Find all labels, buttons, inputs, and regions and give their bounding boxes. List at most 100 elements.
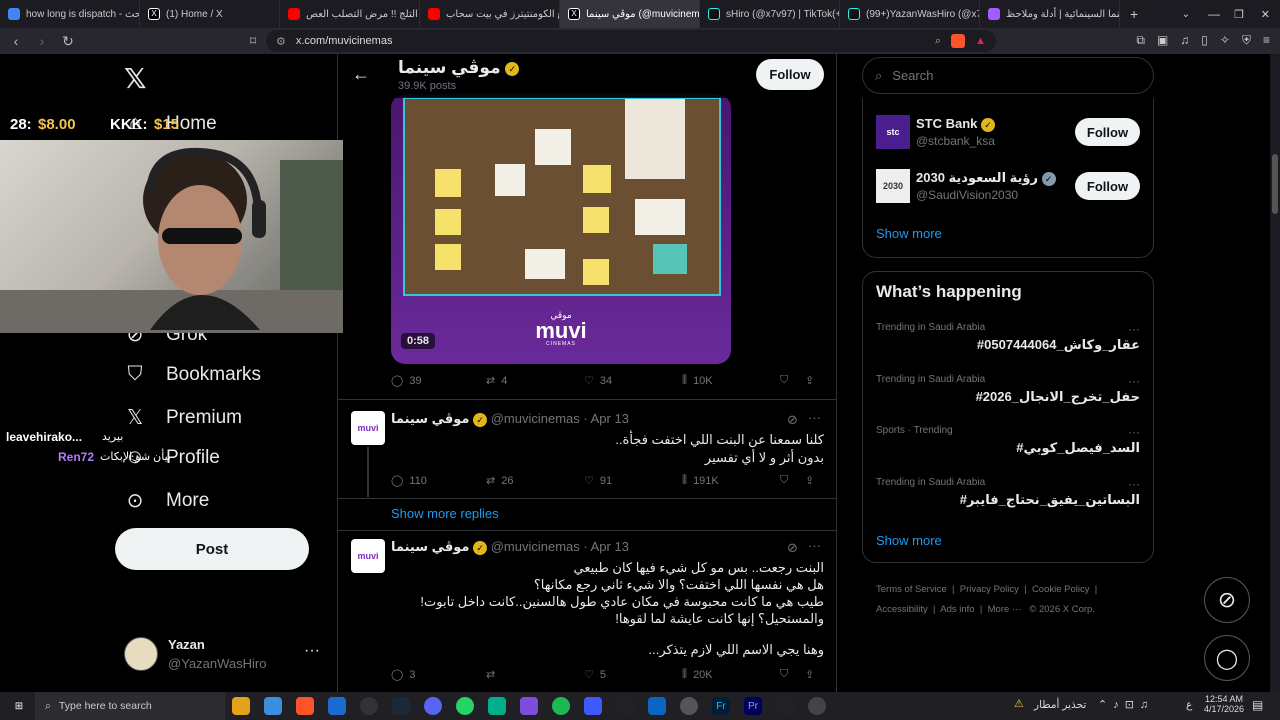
tweet-more-icon[interactable]: ··· — [808, 538, 821, 553]
ai-icon[interactable]: ✧ — [1220, 33, 1230, 48]
like-button[interactable]: ♡ 91 — [584, 474, 682, 488]
taskbar-search-input[interactable]: ⌕ Type here to search — [35, 692, 225, 720]
tweet-media-video[interactable]: 0:58 موڤي muvi CINEMAS — [391, 94, 731, 364]
grok-icon[interactable]: ⊘ — [787, 540, 798, 556]
fresco-icon[interactable]: Fr — [712, 697, 730, 715]
bookmark-button[interactable]: ⛉ — [780, 668, 805, 681]
whatsapp-icon[interactable] — [456, 697, 474, 715]
browser-tab[interactable]: السينما السينمائية | أدلة وملاحظ — [980, 0, 1120, 28]
footer-link[interactable]: Privacy Policy — [960, 584, 1019, 595]
follow-button[interactable]: Follow — [1075, 118, 1140, 146]
url-field[interactable]: ⚙ x.com/muvicinemas ⌕ ▲ — [266, 30, 996, 52]
avatar[interactable]: 2030 — [876, 169, 910, 203]
app-icon[interactable] — [680, 697, 698, 715]
repost-button[interactable]: ⇄ 4 — [486, 374, 584, 388]
browser-tab[interactable]: sHiro (@x7v97) | TikTok(+99) — [700, 0, 840, 28]
site-info-icon[interactable]: ⚙ — [276, 35, 286, 48]
trend-more-icon[interactable]: ··· — [1128, 425, 1140, 439]
minimize-icon[interactable]: — — [1208, 7, 1220, 21]
forward-icon[interactable]: › — [34, 33, 50, 49]
menu-icon[interactable]: ≡ — [1263, 33, 1270, 48]
reply-button[interactable]: ◯ 39 — [391, 374, 486, 388]
account-menu-icon[interactable]: ··· — [304, 642, 320, 660]
footer-link[interactable]: Accessibility — [876, 604, 928, 615]
trend-more-icon[interactable]: ··· — [1128, 374, 1140, 388]
brave-shields-icon[interactable] — [951, 34, 966, 48]
browser-tab[interactable]: X (1) Home / X — [140, 0, 280, 28]
share-button[interactable]: ⇪ — [805, 668, 814, 681]
discord-icon[interactable] — [424, 697, 442, 715]
show-more-link[interactable]: Show more — [876, 226, 942, 241]
footer-link[interactable]: Terms of Service — [876, 584, 947, 595]
show-more-link[interactable]: Show more — [876, 533, 942, 548]
weather-icon[interactable]: ⚠ — [1014, 697, 1024, 710]
trend-item[interactable]: Sports · Trending #السد_فيصل_كوبي ··· — [876, 425, 1140, 456]
footer-link[interactable]: Ads info — [940, 604, 974, 615]
grok-icon[interactable]: ⊘ — [787, 412, 798, 428]
browser-tab[interactable]: تجمع الكومنتيترز في بيت سحاب — [420, 0, 560, 28]
like-button[interactable]: ♡ 5 — [584, 668, 682, 682]
weather-text[interactable]: تحذير أمطار — [1034, 699, 1086, 711]
trend-item[interactable]: Trending in Saudi Arabia #عقار_وكاش_05074… — [876, 322, 1140, 353]
music-icon[interactable]: ♫ — [1180, 33, 1189, 48]
repost-button[interactable]: ⇄ 26 — [486, 474, 584, 488]
footer-link[interactable]: More ··· — [988, 604, 1022, 615]
follow-button[interactable]: Follow — [1075, 172, 1140, 200]
views-button[interactable]: ⫼ 10K — [682, 374, 780, 387]
new-tab-icon[interactable]: + — [1130, 6, 1138, 22]
wallet-icon[interactable]: ▣ — [1157, 33, 1168, 48]
windows-start-icon[interactable]: ⊞ — [10, 697, 28, 715]
app-icon[interactable] — [616, 697, 634, 715]
app-icon[interactable] — [584, 697, 602, 715]
share-button[interactable]: ⇪ — [805, 474, 814, 487]
trend-item[interactable]: Trending in Saudi Arabia #حفل_تخرج_الانجا… — [876, 374, 1140, 405]
obs-icon[interactable] — [360, 697, 378, 715]
notifications-icon[interactable]: ▤ — [1252, 698, 1263, 712]
browser-tab[interactable]: تحدي التلج !! مرض التصلب العص — [280, 0, 420, 28]
sidebar-icon[interactable]: ▯ — [1201, 33, 1208, 48]
views-button[interactable]: ⫼ 191K — [682, 474, 780, 487]
rewards-icon[interactable]: ▲ — [975, 35, 986, 47]
language-indicator[interactable]: ع — [1186, 699, 1192, 711]
views-button[interactable]: ⫼ 20K — [682, 668, 780, 681]
mail-icon[interactable] — [328, 697, 346, 715]
spotify-icon[interactable] — [552, 697, 570, 715]
tweet-avatar[interactable]: muvi — [351, 539, 385, 573]
tweet-more-icon[interactable]: ··· — [808, 410, 821, 425]
reload-icon[interactable]: ↻ — [60, 33, 76, 50]
post-button[interactable]: Post — [115, 528, 309, 570]
app-icon[interactable] — [488, 697, 506, 715]
show-more-replies-link[interactable]: Show more replies — [391, 506, 499, 521]
brave-icon[interactable] — [296, 697, 314, 715]
extensions-icon[interactable]: ⧉ — [1136, 33, 1145, 48]
clock[interactable]: 12:54 AM 4/17/2026 — [1200, 694, 1248, 714]
tab-list-icon[interactable]: ⌄ — [1182, 9, 1190, 20]
premiere-icon[interactable]: Pr — [744, 697, 762, 715]
reply-button[interactable]: ◯ 3 — [391, 668, 486, 682]
sidebar-item-premium[interactable]: 𝕏 Premium — [124, 405, 242, 430]
browser-tab-active[interactable]: Xموڤي سينما (@muvicinemas✕ — [560, 0, 700, 28]
bookmark-button[interactable]: ⛉ — [780, 374, 805, 387]
browser-tab[interactable]: (99+)YazanWasHiro (@x7v97 — [840, 0, 980, 28]
trend-more-icon[interactable]: ··· — [1128, 477, 1140, 491]
avatar[interactable] — [124, 637, 158, 671]
restore-icon[interactable]: ❐ — [1234, 8, 1244, 21]
search-input[interactable]: ⌕ Search — [862, 57, 1154, 94]
scrollbar-thumb[interactable] — [1272, 154, 1278, 214]
app-icon[interactable] — [776, 697, 794, 715]
grok-fab-icon[interactable]: ⊘ — [1204, 577, 1250, 623]
close-window-icon[interactable]: ✕ — [1261, 8, 1270, 21]
system-tray-icons[interactable]: ⌃♪⊡♫ — [1098, 698, 1154, 711]
back-icon[interactable]: ‹ — [8, 33, 24, 49]
app-icon[interactable] — [520, 697, 538, 715]
app-icon[interactable] — [648, 697, 666, 715]
file-explorer-icon[interactable] — [232, 697, 250, 715]
reply-button[interactable]: ◯ 110 — [391, 474, 486, 488]
messages-fab-icon[interactable]: ◯ — [1204, 635, 1250, 681]
scrollbar[interactable] — [1270, 54, 1280, 692]
share-button[interactable]: ⇪ — [805, 374, 814, 387]
trend-more-icon[interactable]: ··· — [1128, 322, 1140, 336]
browser-tab[interactable]: how long is dispatch - بحث Go — [0, 0, 140, 28]
sidebar-item-bookmarks[interactable]: ⛉ Bookmarks — [124, 363, 262, 386]
repost-button[interactable]: ⇄ — [486, 668, 584, 681]
